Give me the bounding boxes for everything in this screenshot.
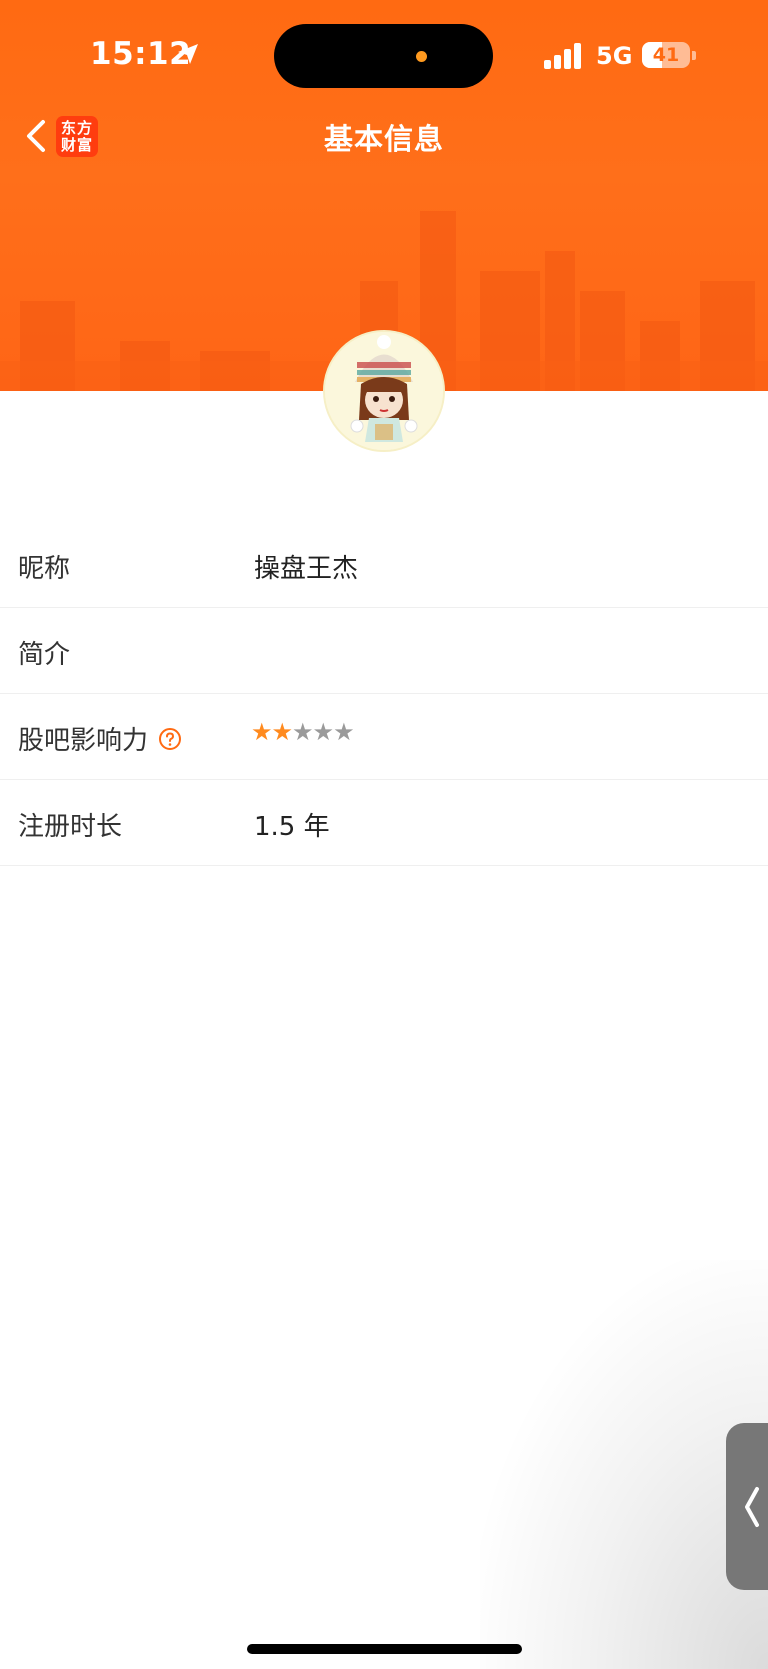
row-label-registration: 注册时长: [18, 812, 123, 842]
network-type: 5G: [596, 42, 633, 70]
edge-shadow: [480, 1260, 768, 1669]
side-pull-tab[interactable]: [726, 1423, 768, 1590]
location-arrow-icon: [178, 44, 198, 64]
star-empty-icon: ★: [312, 718, 334, 746]
avatar[interactable]: [323, 330, 445, 452]
battery-percent: 41: [652, 44, 680, 66]
row-value-registration: 1.5 年: [254, 812, 330, 842]
row-label-bio: 简介: [18, 640, 71, 670]
help-question-icon[interactable]: [158, 727, 182, 751]
page-title: 基本信息: [323, 122, 444, 156]
row-label-nickname: 昵称: [18, 554, 71, 584]
status-bar: 15:12 5G 41: [0, 0, 768, 110]
influence-label-text: 股吧影响力: [18, 726, 149, 756]
battery-cap: [692, 51, 696, 60]
star-filled-icon: ★: [271, 718, 293, 746]
star-filled-icon: ★: [251, 718, 272, 746]
battery-icon: 41: [642, 42, 690, 68]
row-influence: 股吧影响力 ★★★★★: [0, 694, 768, 780]
dynamic-island: [274, 24, 493, 88]
privacy-indicator-dot: [416, 51, 427, 62]
row-registration: 注册时长 1.5 年: [0, 780, 768, 866]
star-empty-icon: ★: [333, 718, 354, 746]
star-empty-icon: ★: [292, 718, 313, 746]
info-list: 昵称 操盘王杰 简介 股吧影响力 ★★★★★ 注册时长 1.5 年: [0, 522, 768, 866]
row-nickname[interactable]: 昵称 操盘王杰: [0, 522, 768, 608]
influence-star-rating: ★★★★★: [251, 718, 355, 746]
signal-bars-icon: [544, 43, 581, 69]
row-label-influence: 股吧影响力: [18, 720, 182, 757]
chevron-left-icon: [745, 1486, 759, 1527]
avatar-image: [325, 332, 443, 450]
row-bio[interactable]: 简介: [0, 608, 768, 694]
home-indicator[interactable]: [247, 1644, 522, 1654]
row-value-nickname: 操盘王杰: [254, 554, 359, 584]
